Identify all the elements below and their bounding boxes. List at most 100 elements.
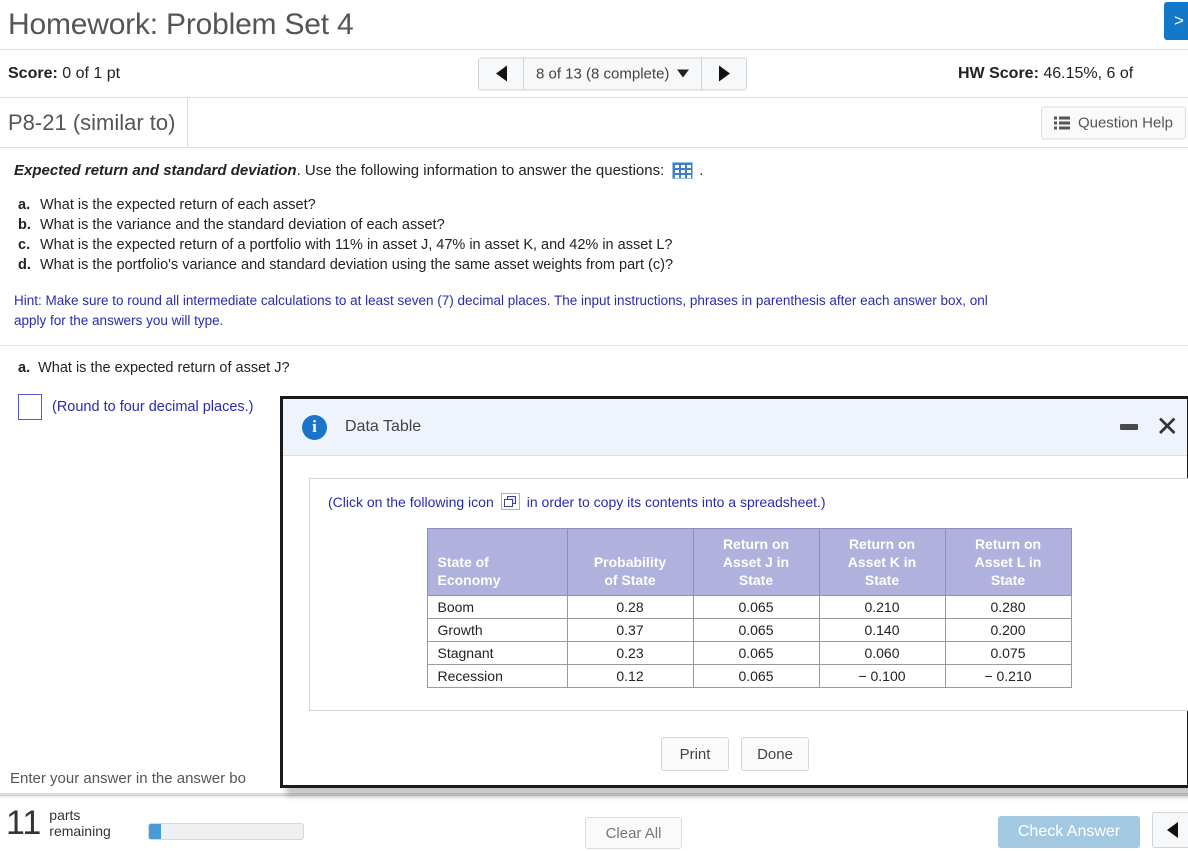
pager-prev-button[interactable] [479, 58, 524, 89]
cell-probability: 0.12 [566, 664, 694, 688]
question-item: c. What is the expected return of a port… [18, 235, 1188, 255]
table-row: Growth 0.37 0.065 0.140 0.200 [426, 618, 1072, 642]
page-title: Homework: Problem Set 4 [8, 7, 354, 41]
cell-state: Boom [426, 595, 568, 619]
list-icon [1053, 116, 1070, 129]
hint-line-2: apply for the answers you will type. [14, 313, 224, 328]
part-a-question: a. What is the expected return of asset … [0, 360, 1188, 376]
pager-label-text: 8 of 13 (8 complete) [536, 65, 670, 82]
question-help-label: Question Help [1077, 114, 1173, 131]
column-header-asset-k: Return on Asset K in State [818, 528, 946, 596]
copy-instruction-after: in order to copy its contents into a spr… [526, 493, 826, 510]
cell-probability: 0.28 [566, 595, 694, 619]
minimize-icon[interactable] [1119, 424, 1138, 430]
pager-next-button[interactable] [701, 58, 747, 89]
cell-state: Recession [426, 664, 568, 688]
question-item: a. What is the expected return of each a… [18, 195, 1188, 215]
column-header-asset-j: Return on Asset J in State [692, 528, 820, 596]
hw-score-value: 46.15%, 6 of [1043, 64, 1134, 82]
question-intro-tail: . [699, 162, 704, 179]
question-item-text: What is the variance and the standard de… [40, 217, 445, 233]
question-item-label: c. [18, 237, 31, 253]
question-body: Expected return and standard deviation .… [0, 148, 1188, 420]
copy-icon[interactable] [500, 493, 520, 510]
hint-line-1: Hint: Make sure to round all intermediat… [14, 293, 988, 308]
progress-bar [148, 823, 304, 840]
score-value: 0 of 1 pt [62, 64, 121, 82]
hint-text: Hint: Make sure to round all intermediat… [0, 291, 1188, 346]
column-header-asset-l: Return on Asset L in State [944, 528, 1072, 596]
table-row: Recession 0.12 0.065− 0.100− 0.210 [426, 664, 1072, 688]
answer-hint-label: (Round to four decimal places.) [52, 399, 254, 415]
question-item-text: What is the portfolio's variance and sta… [40, 257, 674, 273]
dialog-header: i Data Table ✕ [283, 399, 1187, 456]
parts-word-1: parts [49, 807, 81, 823]
part-a-text: What is the expected return of asset J? [38, 360, 290, 376]
cell-asset-l: 0.075 [944, 641, 1072, 665]
copy-instruction-before: (Click on the following icon [328, 493, 494, 510]
close-icon[interactable]: ✕ [1156, 413, 1179, 441]
done-button[interactable]: Done [741, 737, 809, 771]
copy-instruction: (Click on the following icon in order to… [328, 493, 1170, 510]
cell-asset-j: 0.065 [692, 664, 820, 688]
bottom-prev-button[interactable] [1152, 812, 1188, 848]
data-table-head: State of Economy Probability of State Retu… [426, 528, 1072, 596]
question-intro: Expected return and standard deviation .… [0, 162, 1188, 179]
cell-asset-k: 0.140 [818, 618, 946, 642]
triangle-right-icon [718, 65, 730, 82]
triangle-left-icon [1166, 822, 1178, 838]
check-answer-button[interactable]: Check Answer [998, 816, 1140, 848]
score-label: Score: [8, 64, 58, 82]
hw-score-display: HW Score: 46.15%, 6 of [958, 65, 1133, 83]
part-a-label: a. [18, 360, 31, 376]
question-item-label: a. [18, 197, 31, 213]
parts-remaining-words: parts remaining [49, 807, 110, 839]
parts-remaining-count: 11 [6, 804, 42, 842]
print-button[interactable]: Print [661, 737, 729, 771]
spreadsheet-icon[interactable] [672, 162, 694, 179]
table-row: Stagnant 0.23 0.065 0.060 0.075 [426, 641, 1072, 665]
question-item-text: What is the expected return of a portfol… [40, 237, 673, 253]
dialog-actions: Print Done [309, 737, 1161, 771]
dialog-controls: ✕ [1119, 413, 1179, 441]
cell-asset-k: 0.060 [818, 641, 946, 665]
score-display: Score: 0 of 1 pt [8, 65, 120, 83]
hw-score-label: HW Score: [958, 64, 1039, 82]
question-item-label: b. [18, 217, 31, 233]
cell-state: Stagnant [426, 641, 568, 665]
question-help-button[interactable]: Question Help [1040, 106, 1186, 139]
question-intro-rest: . Use the following information to answe… [296, 162, 665, 179]
chevron-down-icon [677, 69, 690, 78]
cell-asset-l: 0.200 [944, 618, 1072, 642]
info-icon: i [302, 414, 327, 440]
cell-asset-l: − 0.210 [944, 664, 1072, 688]
dialog-body: (Click on the following icon in order to… [283, 456, 1188, 771]
question-item-label: d. [18, 257, 31, 273]
cell-asset-k: − 0.100 [818, 664, 946, 688]
top-right-blue-button[interactable]: > [1164, 2, 1188, 40]
enter-answer-text: Enter your answer in the answer bo [10, 770, 246, 787]
cell-asset-j: 0.065 [692, 641, 820, 665]
question-item: d. What is the portfolio's variance and … [18, 255, 1188, 275]
page-root: Homework: Problem Set 4 > Score: 0 of 1 … [0, 0, 1188, 851]
question-item: b. What is the variance and the standard… [18, 215, 1188, 235]
column-header-probability: Probability of State [566, 528, 694, 596]
column-header-state: State of Economy [426, 528, 568, 596]
parts-word-2: remaining [49, 823, 111, 839]
data-table: State of Economy Probability of State Retu… [426, 528, 1072, 688]
table-row: Boom 0.28 0.065 0.210 0.280 [426, 595, 1072, 619]
clear-all-button[interactable]: Clear All [585, 817, 682, 849]
triangle-left-icon [495, 65, 507, 82]
cell-state: Growth [426, 618, 568, 642]
question-list: a. What is the expected return of each a… [0, 195, 1188, 275]
cell-asset-j: 0.065 [692, 618, 820, 642]
title-bar: Homework: Problem Set 4 > [0, 0, 1188, 50]
cell-probability: 0.23 [566, 641, 694, 665]
cell-probability: 0.37 [566, 618, 694, 642]
progress-bar-fill [149, 824, 162, 839]
pager-dropdown[interactable]: 8 of 13 (8 complete) [524, 58, 701, 89]
data-table-panel: (Click on the following icon in order to… [309, 478, 1188, 711]
question-intro-bold: Expected return and standard deviation [14, 162, 297, 179]
answer-input[interactable] [18, 394, 42, 420]
question-pager[interactable]: 8 of 13 (8 complete) [478, 57, 748, 90]
